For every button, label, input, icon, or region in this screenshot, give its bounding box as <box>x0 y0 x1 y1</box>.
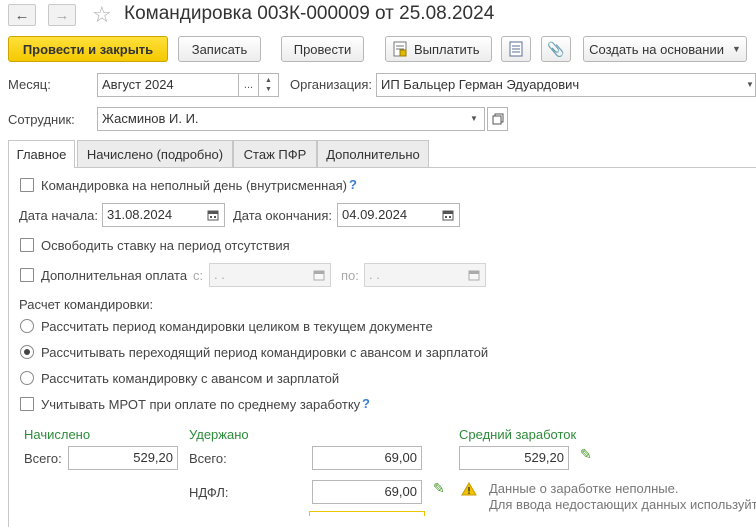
chevron-down-icon: ▼ <box>731 44 741 54</box>
star-icon[interactable]: ☆ <box>92 2 112 28</box>
attach-button[interactable]: 📎 <box>541 36 571 62</box>
pay-label: Выплатить <box>414 41 480 57</box>
partial-day-checkbox[interactable] <box>20 178 34 192</box>
arrow-left-icon: ← <box>14 6 30 24</box>
stepper-down-icon: ▼ <box>265 86 272 93</box>
post-button[interactable]: Провести <box>281 36 364 62</box>
date-start-label: Дата начала: <box>19 208 98 223</box>
month-field[interactable]: Август 2024 <box>97 73 239 97</box>
pay-button[interactable]: Выплатить <box>385 36 492 62</box>
save-button[interactable]: Записать <box>178 36 261 62</box>
tab-accrued-detailed[interactable]: Начислено (подробно) <box>77 140 233 167</box>
average-earnings-field[interactable]: 529,20 <box>459 446 569 470</box>
partial-field[interactable] <box>309 511 425 516</box>
mrot-help-icon[interactable]: ? <box>362 396 370 411</box>
calendar-icon[interactable] <box>308 264 330 286</box>
ndfl-label: НДФЛ: <box>189 485 229 500</box>
extra-pay-from-label: с: <box>193 268 204 283</box>
extra-pay-label: Дополнительная оплата <box>41 268 188 283</box>
free-rate-checkbox[interactable] <box>20 238 34 252</box>
forward-button[interactable]: → <box>48 4 76 26</box>
ellipsis-icon: ... <box>243 79 254 91</box>
employee-open-button[interactable] <box>487 107 508 131</box>
radio-calc-transitional[interactable] <box>20 345 34 359</box>
mrot-label: Учитывать МРОТ при оплате по среднему за… <box>41 397 361 412</box>
extra-pay-checkbox[interactable] <box>20 268 34 282</box>
radio-calc-whole[interactable] <box>20 319 34 333</box>
document-title: Командировка 003К-000009 от 25.08.2024 <box>124 3 495 24</box>
tab-panel-left-border <box>8 167 9 527</box>
accrued-title: Начислено <box>24 427 91 442</box>
organization-dropdown-icon[interactable]: ▼ <box>746 80 754 89</box>
calendar-icon[interactable] <box>463 264 485 286</box>
employee-field[interactable]: Жасминов И. И. <box>97 107 485 131</box>
calendar-icon[interactable] <box>437 204 459 226</box>
warning-icon <box>461 482 477 499</box>
calc-title: Расчет командировки: <box>19 297 154 312</box>
warning-text-line2: Для ввода недостающих данных используйте <box>489 497 756 512</box>
withheld-title: Удержано <box>189 427 249 442</box>
report-button[interactable] <box>501 36 531 62</box>
tab-panel-border <box>8 167 756 168</box>
month-stepper[interactable]: ▲ ▼ <box>258 73 279 97</box>
partial-day-help-icon[interactable]: ? <box>349 177 357 192</box>
stepper-up-icon: ▲ <box>265 77 272 84</box>
edit-ndfl-pencil-icon[interactable]: ✎ <box>433 480 445 497</box>
radio-calc-with-salary[interactable] <box>20 371 34 385</box>
month-select-button[interactable]: ... <box>238 73 259 97</box>
calendar-icon[interactable] <box>202 204 224 226</box>
post-and-close-button[interactable]: Провести и закрыть <box>8 36 168 62</box>
date-end-label: Дата окончания: <box>233 208 332 223</box>
month-label: Месяц: <box>8 77 51 92</box>
arrow-right-icon: → <box>54 6 70 24</box>
partial-day-label: Командировка на неполный день (внутрисме… <box>41 178 347 193</box>
tab-main[interactable]: Главное <box>8 140 75 168</box>
warning-text-line1: Данные о заработке неполные. <box>489 481 679 496</box>
radio-calc-transitional-label: Рассчитывать переходящий период командир… <box>41 345 489 360</box>
list-icon <box>509 41 523 57</box>
withheld-total-label: Всего: <box>189 451 227 466</box>
tab-additional[interactable]: Дополнительно <box>317 140 429 167</box>
pay-icon <box>393 41 407 57</box>
radio-calc-whole-label: Рассчитать период командировки целиком в… <box>41 319 433 334</box>
mrot-checkbox[interactable] <box>20 397 34 411</box>
employee-dropdown-icon[interactable]: ▼ <box>470 114 478 123</box>
create-based-on-label: Создать на основании <box>589 41 724 57</box>
edit-average-pencil-icon[interactable]: ✎ <box>580 446 592 463</box>
ndfl-field[interactable]: 69,00 <box>312 480 422 504</box>
employee-label: Сотрудник: <box>8 112 75 127</box>
extra-pay-to-label: по: <box>341 268 359 283</box>
tab-pension-seniority[interactable]: Стаж ПФР <box>233 140 317 167</box>
organization-label: Организация: <box>290 77 373 92</box>
withheld-total-field[interactable]: 69,00 <box>312 446 422 470</box>
create-based-on-button[interactable]: Создать на основании ▼ <box>583 36 747 62</box>
accrued-total-label: Всего: <box>24 451 62 466</box>
open-icon <box>492 113 503 125</box>
organization-field[interactable]: ИП Бальцер Герман Эдуардович <box>376 73 756 97</box>
back-button[interactable]: ← <box>8 4 36 26</box>
accrued-total-field[interactable]: 529,20 <box>68 446 178 470</box>
paperclip-icon: 📎 <box>547 40 565 57</box>
radio-calc-with-salary-label: Рассчитать командировку с авансом и зарп… <box>41 371 340 386</box>
average-earnings-title: Средний заработок <box>459 427 577 442</box>
free-rate-label: Освободить ставку на период отсутствия <box>41 238 290 253</box>
